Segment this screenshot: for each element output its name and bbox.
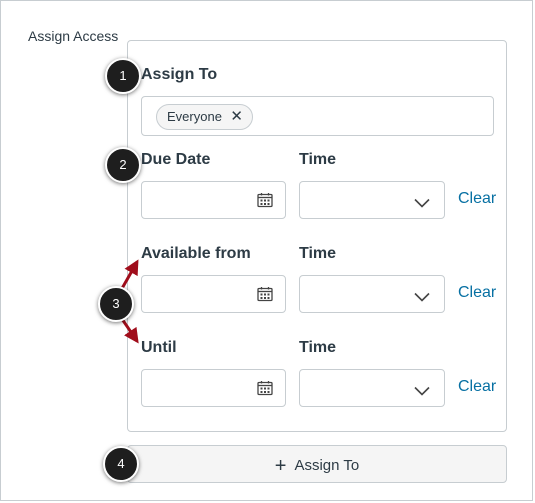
callout-3: 3 <box>98 286 134 322</box>
callout-arrows <box>118 259 139 344</box>
callout-1: 1 <box>105 58 141 94</box>
callout-2: 2 <box>105 147 141 183</box>
callout-4: 4 <box>103 446 139 482</box>
